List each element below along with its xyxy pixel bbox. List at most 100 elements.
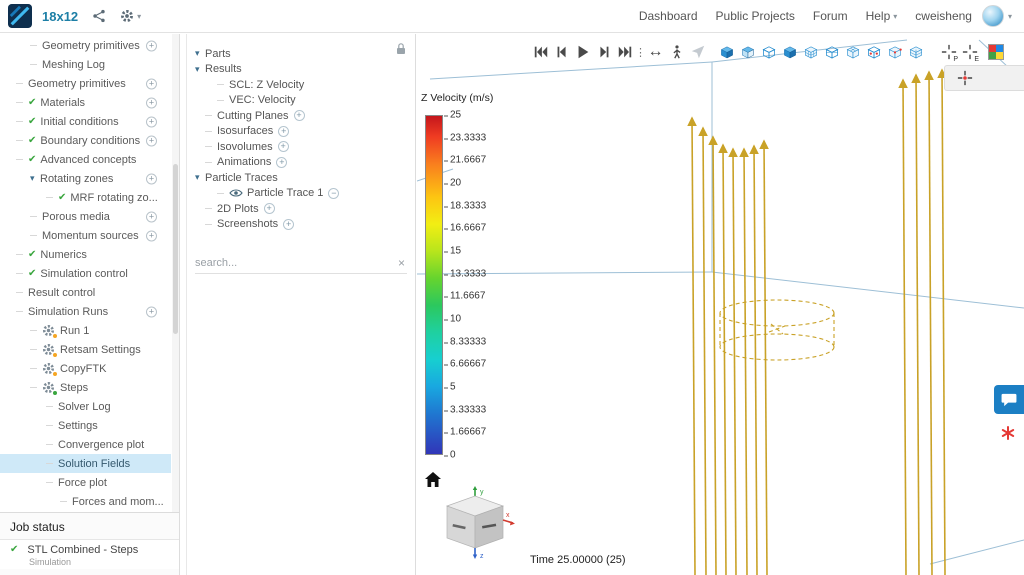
view-solid-cube-icon[interactable] xyxy=(716,42,737,63)
view-wireframe-cube-icon[interactable] xyxy=(758,42,779,63)
nav-forum[interactable]: Forum xyxy=(813,9,848,23)
add-icon[interactable]: + xyxy=(146,97,157,108)
post-tree-item-cutting-planes[interactable]: Cutting Planes + xyxy=(187,108,409,124)
resize-tool-icon[interactable]: ↔ xyxy=(645,42,666,63)
3d-viewport[interactable]: ⋮ ↔ xyxy=(417,34,1024,575)
post-tree-item-isosurfaces[interactable]: Isosurfaces + xyxy=(187,124,409,140)
sim-tree-item-simulation-control[interactable]: ✔ Simulation control xyxy=(0,264,171,283)
add-icon[interactable]: + xyxy=(146,78,157,89)
add-icon[interactable]: + xyxy=(294,110,305,121)
sim-tree-item-convergence-plot[interactable]: Convergence plot xyxy=(0,435,171,454)
error-report-button[interactable] xyxy=(997,422,1019,444)
app-logo-icon[interactable] xyxy=(8,4,32,28)
sim-tree-item-result-control[interactable]: Result control xyxy=(0,283,171,302)
sim-tree-item-retsam-settings[interactable]: Retsam Settings xyxy=(0,340,171,359)
avatar[interactable] xyxy=(982,5,1004,27)
sim-tree-item-run-1[interactable]: Run 1 xyxy=(0,321,171,340)
skip-to-end-button[interactable] xyxy=(614,42,635,63)
next-frame-button[interactable] xyxy=(593,42,614,63)
sim-tree-item-force-plot[interactable]: Force plot xyxy=(0,473,171,492)
post-tree-item-results[interactable]: ▾ Results xyxy=(187,62,409,78)
sim-tree-item-solution-fields[interactable]: Solution Fields xyxy=(0,454,171,473)
add-icon[interactable]: + xyxy=(278,141,289,152)
add-edge-probe-icon[interactable]: E xyxy=(959,42,980,63)
walkthrough-icon[interactable] xyxy=(666,42,687,63)
flythrough-icon[interactable] xyxy=(687,42,708,63)
add-icon[interactable]: + xyxy=(146,116,157,127)
nav-dashboard[interactable]: Dashboard xyxy=(639,9,698,23)
add-icon[interactable]: + xyxy=(146,135,157,146)
more-options-icon[interactable]: ⋮ xyxy=(635,46,645,59)
view-section-cube-icon[interactable] xyxy=(821,42,842,63)
sim-tree-item-mrf-rotating-zone[interactable]: ✔ MRF rotating zo... xyxy=(0,188,171,207)
chevron-down-icon[interactable]: ▾ xyxy=(195,172,205,183)
remove-icon[interactable]: − xyxy=(328,188,339,199)
chevron-down-icon[interactable]: ▾ xyxy=(195,48,205,59)
sim-tree-item-porous-media[interactable]: Porous media + xyxy=(0,207,171,226)
add-icon[interactable]: + xyxy=(146,306,157,317)
sim-tree-item-geometry-primitives-2[interactable]: Geometry primitives + xyxy=(0,74,171,93)
sim-tree-item-forces-and-moments[interactable]: Forces and mom... xyxy=(0,492,171,511)
post-tree-item-parts[interactable]: ▾ Parts xyxy=(187,46,409,62)
post-tree-item-vec-velocity[interactable]: VEC: Velocity xyxy=(187,93,409,109)
scrollbar-thumb[interactable] xyxy=(173,164,178,334)
clear-search-icon[interactable]: × xyxy=(396,256,407,270)
sim-tree-item-geometry-primitives[interactable]: Geometry primitives + xyxy=(0,36,171,55)
add-icon[interactable]: + xyxy=(264,203,275,214)
sim-tree-item-advanced-concepts[interactable]: ✔ Advanced concepts xyxy=(0,150,171,169)
chat-support-button[interactable] xyxy=(994,385,1024,414)
view-lattice-cube-icon[interactable] xyxy=(905,42,926,63)
add-icon[interactable]: + xyxy=(146,40,157,51)
post-tree-item-particle-traces[interactable]: ▾ Particle Traces xyxy=(187,170,409,186)
probe-point-tool-icon[interactable] xyxy=(954,68,975,89)
add-icon[interactable]: + xyxy=(278,126,289,137)
add-icon[interactable]: + xyxy=(146,211,157,222)
add-point-probe-icon[interactable]: P xyxy=(938,42,959,63)
sim-tree-item-steps[interactable]: Steps xyxy=(0,378,171,397)
view-nodes-cube-icon[interactable] xyxy=(884,42,905,63)
view-grid-cube-icon[interactable] xyxy=(842,42,863,63)
add-icon[interactable]: + xyxy=(276,157,287,168)
share-icon[interactable] xyxy=(92,9,106,23)
post-tree-item-animations[interactable]: Animations + xyxy=(187,155,409,171)
post-tree-item-2d-plots[interactable]: 2D Plots + xyxy=(187,201,409,217)
previous-frame-button[interactable] xyxy=(551,42,572,63)
sim-tree-item-numerics[interactable]: ✔ Numerics xyxy=(0,245,171,264)
sim-tree-item-materials[interactable]: ✔ Materials + xyxy=(0,93,171,112)
chevron-down-icon[interactable]: ▾ xyxy=(30,173,40,184)
nav-public-projects[interactable]: Public Projects xyxy=(716,9,795,23)
sim-tree-item-initial-conditions[interactable]: ✔ Initial conditions + xyxy=(0,112,171,131)
chevron-down-icon[interactable]: ▾ xyxy=(195,64,205,75)
view-points-cube-icon[interactable] xyxy=(863,42,884,63)
view-half-cube-icon[interactable] xyxy=(737,42,758,63)
post-tree-item-screenshots[interactable]: Screenshots + xyxy=(187,217,409,233)
settings-gear-icon[interactable]: ▾ xyxy=(120,9,141,23)
add-icon[interactable]: + xyxy=(146,230,157,241)
sim-tree-item-simulation-runs[interactable]: Simulation Runs + xyxy=(0,302,171,321)
scrollbar[interactable] xyxy=(172,34,179,512)
post-tree-item-particle-trace-1[interactable]: Particle Trace 1 − xyxy=(187,186,409,202)
post-tree-item-scl-z-velocity[interactable]: SCL: Z Velocity xyxy=(187,77,409,93)
sim-tree-item-settings[interactable]: Settings xyxy=(0,416,171,435)
username[interactable]: cweisheng xyxy=(915,9,972,23)
add-icon[interactable]: + xyxy=(283,219,294,230)
sim-tree-item-solver-log[interactable]: Solver Log xyxy=(0,397,171,416)
add-icon[interactable]: + xyxy=(146,173,157,184)
sim-tree-item-meshing-log[interactable]: Meshing Log xyxy=(0,55,171,74)
visibility-eye-icon[interactable] xyxy=(229,188,243,198)
sim-tree-item-momentum-sources[interactable]: Momentum sources + xyxy=(0,226,171,245)
job-status-card[interactable]: ✔ STL Combined - Steps Simulation xyxy=(0,539,179,569)
caret-down-icon[interactable]: ▾ xyxy=(1008,12,1012,21)
play-button[interactable] xyxy=(572,42,593,63)
search-input[interactable] xyxy=(195,257,396,269)
view-mesh-cube-icon[interactable] xyxy=(800,42,821,63)
home-view-icon[interactable] xyxy=(425,472,441,487)
sim-tree-item-boundary-conditions[interactable]: ✔ Boundary conditions + xyxy=(0,131,171,150)
skip-to-start-button[interactable] xyxy=(530,42,551,63)
sim-tree-item-copyftk[interactable]: CopyFTK xyxy=(0,359,171,378)
nav-help[interactable]: Help ▾ xyxy=(866,9,898,23)
multi-color-render-icon[interactable] xyxy=(988,44,1004,60)
view-shaded-cube-icon[interactable] xyxy=(779,42,800,63)
sim-tree-item-rotating-zones[interactable]: ▾ Rotating zones + xyxy=(0,169,171,188)
post-tree-item-isovolumes[interactable]: Isovolumes + xyxy=(187,139,409,155)
